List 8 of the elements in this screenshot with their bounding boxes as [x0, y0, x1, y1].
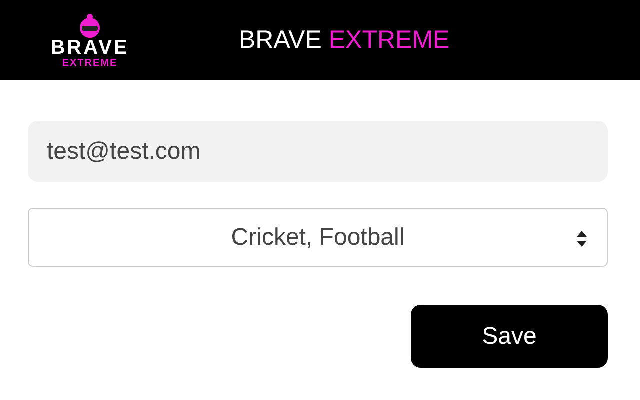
save-button[interactable]: Save [411, 305, 608, 368]
logo-text: BRAVE [50, 38, 130, 58]
email-field[interactable]: test@test.com [28, 121, 608, 182]
page-title: BRAVE EXTREME [239, 26, 450, 54]
sports-select[interactable]: Cricket, Football [28, 208, 608, 267]
sort-icon [577, 231, 587, 247]
mascot-icon [77, 12, 103, 38]
logo-subtext: EXTREME [62, 58, 118, 68]
